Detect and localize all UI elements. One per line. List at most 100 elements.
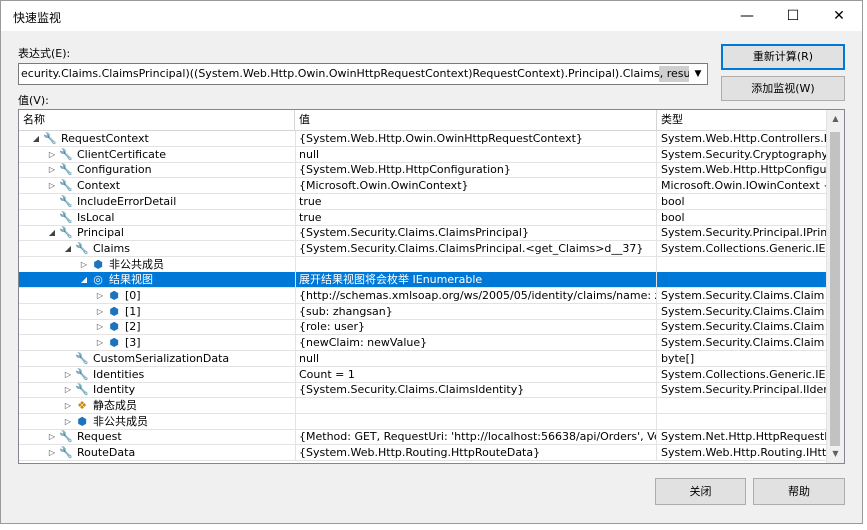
- table-row[interactable]: 🔧 IncludeErrorDetail true bool: [19, 194, 828, 210]
- value-cell[interactable]: {System.Security.Claims.ClaimsIdentity}: [295, 382, 657, 397]
- watch-grid[interactable]: 名称 值 类型 ◢ 🔧 RequestContext {System.Web.Http…: [18, 109, 845, 464]
- expand-arrow-icon[interactable]: ▷: [63, 382, 73, 397]
- value-cell[interactable]: {System.Web.Http.Owin.OwinHttpRequestCon…: [295, 131, 657, 146]
- type-cell: System.Security.Claims.Claim: [661, 305, 825, 318]
- value-cell[interactable]: {sub: zhangsan}: [295, 304, 657, 319]
- expand-arrow-icon[interactable]: ▷: [95, 288, 105, 303]
- value-cell[interactable]: [295, 398, 657, 413]
- recalculate-button[interactable]: 重新计算(R): [721, 44, 845, 70]
- expand-arrow-icon[interactable]: ▷: [47, 178, 57, 193]
- vertical-scrollbar[interactable]: ▲ ▼: [826, 110, 844, 463]
- collapse-arrow-icon[interactable]: ◢: [31, 131, 41, 146]
- table-row[interactable]: ▷ ⬢ [3] {newClaim: newValue} System.Security…: [19, 335, 828, 351]
- type-cell: Microsoft.Owin.IOwinContext {...: [661, 179, 828, 192]
- expression-combobox[interactable]: ecurity.Claims.ClaimsPrincipal)((System.…: [18, 63, 708, 85]
- table-row[interactable]: ▷ ⬢ [1] {sub: zhangsan} System.Security.Clai…: [19, 304, 828, 320]
- table-row[interactable]: 🔧 IsLocal true bool: [19, 210, 828, 226]
- wrench-icon: 🔧: [59, 163, 73, 176]
- table-row[interactable]: ◢ 🔧 Claims {System.Security.Claims.ClaimsPr…: [19, 241, 828, 257]
- name-text: 非公共成员: [109, 258, 164, 271]
- type-cell: System.Security.Principal.IPrinci...: [661, 226, 828, 239]
- chevron-down-icon[interactable]: ▼: [689, 64, 707, 84]
- table-row[interactable]: 🔧 CustomSerializationData null byte[]: [19, 351, 828, 367]
- minimize-icon[interactable]: —: [724, 1, 770, 31]
- type-cell: [657, 398, 828, 413]
- table-row[interactable]: ▷ 🔧 Request {Method: GET, RequestUri: 'http…: [19, 429, 828, 445]
- value-cell[interactable]: {Microsoft.Owin.OwinContext}: [295, 178, 657, 193]
- help-button[interactable]: 帮助: [753, 478, 845, 505]
- name-text: [3]: [125, 336, 141, 349]
- results-view-icon: ◎: [93, 273, 103, 286]
- table-row[interactable]: ▷ ⬢ [0] {http://schemas.xmlsoap.org/ws/2005…: [19, 288, 828, 304]
- expression-label: 表达式(E):: [18, 47, 71, 60]
- value-cell[interactable]: Count = 1: [295, 367, 657, 382]
- value-cell[interactable]: true: [295, 210, 657, 225]
- scroll-up-icon[interactable]: ▲: [827, 110, 844, 128]
- name-cell: ◢ ◎ 结果视图: [19, 272, 296, 287]
- table-row[interactable]: ▷ ❖ 静态成员: [19, 398, 828, 414]
- name-text: [0]: [125, 289, 141, 302]
- value-cell[interactable]: 展开结果视图将会枚举 IEnumerable: [295, 272, 657, 287]
- table-row[interactable]: ▷ ⬢ [2] {role: user} System.Security.Claims.…: [19, 319, 828, 335]
- expand-arrow-icon[interactable]: ▷: [63, 414, 73, 429]
- value-cell[interactable]: {System.Web.Http.HttpConfiguration}: [295, 162, 657, 177]
- expand-arrow-icon[interactable]: ▷: [95, 304, 105, 319]
- value-cell[interactable]: {System.Web.Http.Routing.HttpRouteData}: [295, 445, 657, 460]
- collapse-arrow-icon[interactable]: ◢: [47, 225, 57, 240]
- table-row[interactable]: ▷ 🔧 Identity {System.Security.Claims.Claims…: [19, 382, 828, 398]
- table-row[interactable]: ▷ 🔧 Configuration {System.Web.Http.HttpConf…: [19, 162, 828, 178]
- scrollbar-thumb[interactable]: [830, 132, 840, 446]
- name-cell: 🔧 IncludeErrorDetail: [19, 194, 296, 209]
- name-cell: ▷ 🔧 Identity: [19, 382, 296, 397]
- column-header-value[interactable]: 值: [295, 110, 657, 130]
- expand-arrow-icon[interactable]: ▷: [47, 162, 57, 177]
- column-header-type[interactable]: 类型: [657, 110, 828, 130]
- close-icon[interactable]: ✕: [816, 1, 862, 31]
- value-cell[interactable]: true: [295, 194, 657, 209]
- column-header-name[interactable]: 名称: [19, 110, 295, 130]
- table-row[interactable]: ▷ 🔧 Context {Microsoft.Owin.OwinContext} Mic…: [19, 178, 828, 194]
- table-row[interactable]: ◢ 🔧 Principal {System.Security.Claims.Claim…: [19, 225, 828, 241]
- table-row[interactable]: ◢ 🔧 RequestContext {System.Web.Http.Owin.Ow…: [19, 131, 828, 147]
- wrench-icon: 🔧: [43, 132, 57, 145]
- value-cell[interactable]: {newClaim: newValue}: [295, 335, 657, 350]
- add-watch-button[interactable]: 添加监视(W): [721, 76, 845, 101]
- expand-arrow-icon[interactable]: ▷: [47, 445, 57, 460]
- quickwatch-dialog: 快速监视 — ☐ ✕ 表达式(E): ecurity.Claims.Claims…: [0, 0, 863, 524]
- expand-arrow-icon[interactable]: ▷: [95, 335, 105, 350]
- name-cell: ▷ ⬢ 非公共成员: [19, 257, 296, 272]
- table-row[interactable]: ▷ 🔧 Identities Count = 1 System.Collections.…: [19, 367, 828, 383]
- table-row[interactable]: ▷ ⬢ 非公共成员: [19, 257, 828, 273]
- scroll-down-icon[interactable]: ▼: [827, 445, 844, 463]
- expression-input[interactable]: ecurity.Claims.ClaimsPrincipal)((System.…: [21, 67, 704, 80]
- table-row[interactable]: ▷ ⬢ 非公共成员: [19, 414, 828, 430]
- value-cell[interactable]: {System.Security.Claims.ClaimsPrincipal.…: [295, 241, 657, 256]
- value-cell[interactable]: [295, 414, 657, 429]
- close-button[interactable]: 关闭: [655, 478, 746, 505]
- wrench-icon: 🔧: [75, 368, 89, 381]
- collapse-arrow-icon[interactable]: ◢: [63, 241, 73, 256]
- expand-arrow-icon[interactable]: ▷: [79, 257, 89, 272]
- name-text: Configuration: [77, 163, 152, 176]
- value-cell[interactable]: [295, 257, 657, 272]
- maximize-icon[interactable]: ☐: [770, 1, 816, 31]
- value-cell[interactable]: {Method: GET, RequestUri: 'http://localh…: [295, 429, 657, 444]
- name-text: Claims: [93, 242, 130, 255]
- expand-arrow-icon[interactable]: ▷: [47, 429, 57, 444]
- cube-icon: ⬢: [109, 320, 119, 333]
- collapse-arrow-icon[interactable]: ◢: [79, 272, 89, 287]
- expand-arrow-icon[interactable]: ▷: [63, 367, 73, 382]
- table-row[interactable]: ▷ 🔧 ClientCertificate null System.Security.C…: [19, 147, 828, 163]
- value-cell[interactable]: null: [295, 351, 657, 366]
- expand-arrow-icon[interactable]: ▷: [47, 147, 57, 162]
- value-cell[interactable]: {System.Security.Claims.ClaimsPrincipal}: [295, 225, 657, 240]
- expand-arrow-icon[interactable]: ▷: [95, 319, 105, 334]
- value-cell[interactable]: {role: user}: [295, 319, 657, 334]
- table-row[interactable]: ▷ 🔧 RouteData {System.Web.Http.Routing.Http…: [19, 445, 828, 461]
- value-cell[interactable]: null: [295, 147, 657, 162]
- name-cell: ▷ 🔧 Identities: [19, 367, 296, 382]
- expand-arrow-icon[interactable]: ▷: [63, 398, 73, 413]
- name-text: 结果视图: [109, 273, 153, 286]
- table-row[interactable]: ◢ ◎ 结果视图 展开结果视图将会枚举 IEnumerable: [19, 272, 828, 288]
- value-cell[interactable]: {http://schemas.xmlsoap.org/ws/2005/05/i…: [295, 288, 657, 303]
